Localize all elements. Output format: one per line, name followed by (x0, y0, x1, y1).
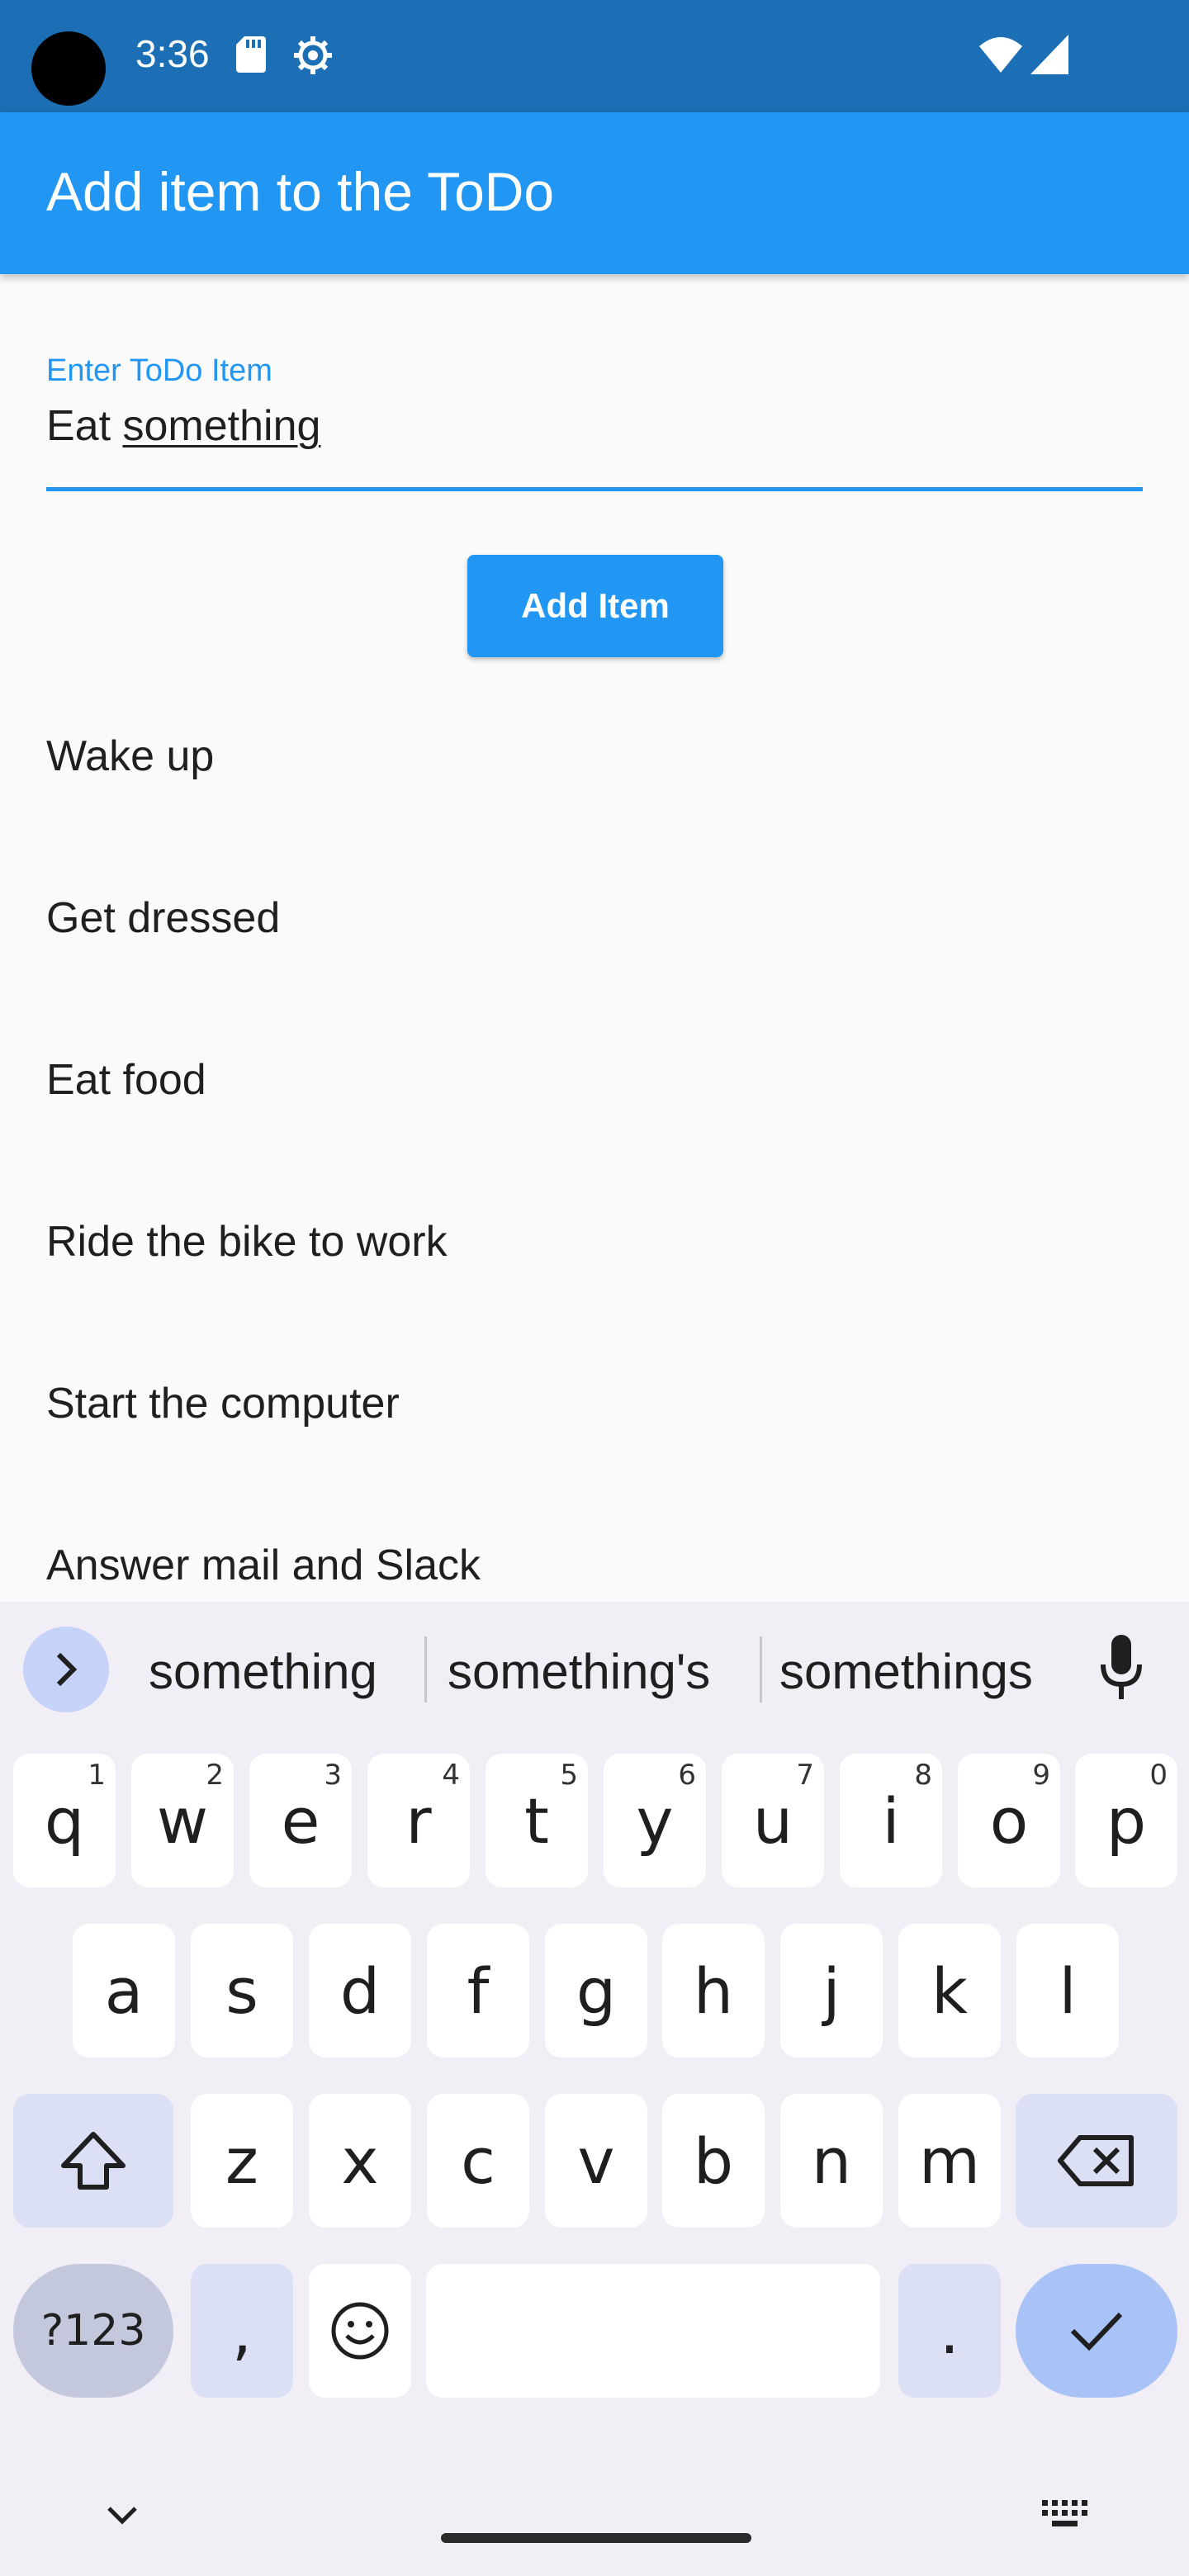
period-key[interactable]: . (898, 2264, 1001, 2398)
chevron-right-icon (56, 1652, 78, 1687)
input-text: Eat (46, 402, 123, 450)
key-label: p (1106, 1783, 1147, 1858)
suggestion-divider (760, 1636, 762, 1702)
key-b[interactable]: b (662, 2094, 765, 2228)
list-item[interactable]: Get dressed (46, 893, 280, 943)
key-u[interactable]: u7 (722, 1754, 824, 1887)
comma-key[interactable]: , (191, 2264, 293, 2398)
key-e[interactable]: e3 (249, 1754, 352, 1887)
key-m[interactable]: m (898, 2094, 1001, 2228)
key-r[interactable]: r4 (367, 1754, 470, 1887)
status-bar: 3:36 (0, 0, 1189, 112)
microphone-icon[interactable] (1098, 1635, 1144, 1701)
list-item[interactable]: Wake up (46, 732, 214, 781)
key-label: q (44, 1783, 85, 1858)
key-i[interactable]: i8 (840, 1754, 942, 1887)
symbols-key[interactable]: ?123 (13, 2264, 173, 2398)
key-hint: 2 (206, 1759, 224, 1792)
suggestion-3[interactable]: somethings (779, 1643, 1033, 1700)
cell-signal-icon (1030, 35, 1068, 74)
key-l[interactable]: l (1016, 1924, 1119, 2057)
key-hint: 7 (796, 1759, 814, 1792)
key-g[interactable]: g (545, 1924, 647, 2057)
backspace-key[interactable] (1016, 2094, 1177, 2228)
key-label: i (882, 1783, 900, 1858)
suggestion-2[interactable]: something's (448, 1643, 710, 1700)
key-h[interactable]: h (662, 1924, 765, 2057)
input-label: Enter ToDo Item (46, 353, 272, 388)
key-s[interactable]: s (191, 1924, 293, 2057)
list-item[interactable]: Start the computer (46, 1379, 400, 1428)
key-hint: 5 (560, 1759, 578, 1792)
soft-keyboard: something something's somethings q1 w2 e… (0, 1602, 1189, 2576)
suggestion-divider (424, 1636, 427, 1702)
key-label: y (636, 1783, 674, 1858)
key-q[interactable]: q1 (13, 1754, 116, 1887)
key-label: r (405, 1783, 432, 1858)
list-item[interactable]: Eat food (46, 1055, 206, 1105)
key-n[interactable]: n (780, 2094, 883, 2228)
status-time: 3:36 (135, 32, 210, 75)
key-label: w (156, 1783, 209, 1858)
key-hint: 6 (678, 1759, 696, 1792)
suggestion-1[interactable]: something (149, 1643, 377, 1700)
keyboard-switch-icon[interactable] (1042, 2500, 1088, 2528)
key-label: u (752, 1783, 793, 1858)
space-key[interactable] (426, 2264, 880, 2398)
key-hint: 3 (324, 1759, 342, 1792)
sd-card-icon (236, 36, 266, 73)
key-y[interactable]: y6 (604, 1754, 706, 1887)
key-v[interactable]: v (545, 2094, 647, 2228)
key-hint: 0 (1149, 1759, 1168, 1792)
input-underline (46, 487, 1143, 491)
key-w[interactable]: w2 (131, 1754, 234, 1887)
key-hint: 9 (1032, 1759, 1050, 1792)
checkmark-icon (1070, 2312, 1123, 2351)
key-k[interactable]: k (898, 1924, 1001, 2057)
composing-word: something (122, 402, 321, 450)
key-d[interactable]: d (309, 1924, 411, 2057)
shift-arrow-icon (61, 2132, 126, 2190)
settings-gear-icon (294, 36, 332, 74)
home-gesture-bar[interactable] (441, 2533, 751, 2543)
key-hint: 1 (88, 1759, 106, 1792)
camera-cutout (31, 31, 106, 106)
add-item-button[interactable]: Add Item (467, 555, 723, 657)
list-item[interactable]: Answer mail and Slack (46, 1541, 481, 1590)
key-a[interactable]: a (73, 1924, 175, 2057)
wifi-icon (979, 37, 1022, 73)
list-item[interactable]: Ride the bike to work (46, 1217, 448, 1267)
backspace-icon (1058, 2135, 1134, 2186)
todo-input[interactable]: Eat something (46, 401, 320, 451)
emoji-key[interactable] (309, 2264, 411, 2398)
chevron-down-icon[interactable] (102, 2502, 142, 2528)
key-o[interactable]: o9 (958, 1754, 1060, 1887)
key-j[interactable]: j (780, 1924, 883, 2057)
key-hint: 4 (442, 1759, 460, 1792)
key-c[interactable]: c (427, 2094, 529, 2228)
enter-key[interactable] (1016, 2264, 1177, 2398)
key-f[interactable]: f (427, 1924, 529, 2057)
key-z[interactable]: z (191, 2094, 293, 2228)
emoji-icon (331, 2302, 389, 2360)
page-title: Add item to the ToDo (46, 161, 555, 222)
key-x[interactable]: x (309, 2094, 411, 2228)
app-bar: Add item to the ToDo (0, 112, 1189, 274)
key-label: o (989, 1783, 1029, 1858)
key-p[interactable]: p0 (1075, 1754, 1177, 1887)
key-label: e (281, 1783, 320, 1858)
key-label: t (524, 1783, 549, 1858)
key-t[interactable]: t5 (486, 1754, 588, 1887)
suggestions-expand-button[interactable] (23, 1627, 109, 1712)
key-hint: 8 (914, 1759, 932, 1792)
shift-key[interactable] (13, 2094, 173, 2228)
